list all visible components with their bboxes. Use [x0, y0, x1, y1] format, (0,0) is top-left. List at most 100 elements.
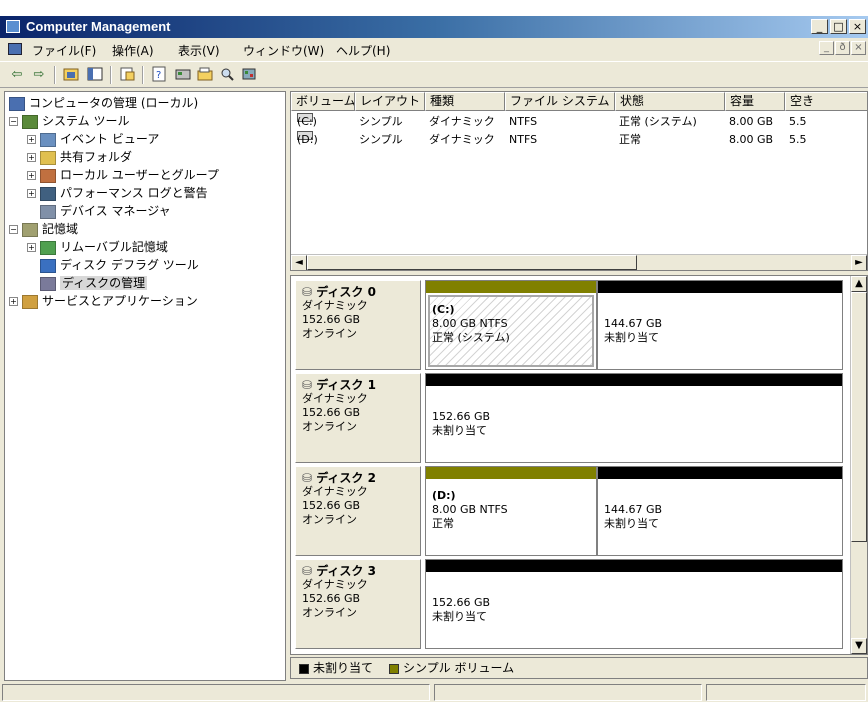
- disk-info[interactable]: ⛁ ディスク 2 ダイナミック 152.66 GB オンライン: [295, 466, 421, 556]
- up-folder-icon[interactable]: [62, 66, 80, 84]
- tree-item-removable-storage[interactable]: + リムーバブル記憶域: [27, 238, 168, 256]
- partition-title: (D:): [432, 489, 456, 502]
- column-header-volume[interactable]: ボリューム: [291, 92, 355, 111]
- performance-icon: [40, 186, 56, 201]
- console-document-icon[interactable]: [8, 43, 22, 55]
- menu-help[interactable]: ヘルプ(H): [336, 42, 390, 59]
- menu-view[interactable]: 表示(V): [178, 42, 220, 59]
- disk-info[interactable]: ⛁ ディスク 1 ダイナミック 152.66 GB オンライン: [295, 373, 421, 463]
- minimize-button[interactable]: _: [811, 19, 828, 34]
- vertical-scroll-thumb[interactable]: [851, 292, 867, 542]
- volume-free-space: 5.5: [789, 115, 807, 128]
- menu-window[interactable]: ウィンドウ(W): [243, 42, 324, 59]
- expand-icon[interactable]: +: [27, 243, 36, 252]
- settings-icon[interactable]: [240, 66, 258, 84]
- services-icon: [22, 294, 38, 309]
- scroll-up-button[interactable]: ▲: [851, 276, 867, 292]
- disk-row: ⛁ ディスク 1 ダイナミック 152.66 GB オンライン 152.66 GB 未割り…: [295, 373, 843, 466]
- partition-simple-volume[interactable]: (C:) 8.00 GB NTFS 正常 (システム): [425, 280, 597, 370]
- back-arrow-icon[interactable]: ⇦: [8, 66, 26, 84]
- column-header-free-space[interactable]: 空き: [785, 92, 867, 111]
- volume-row[interactable]: (D:) シンプル ダイナミック NTFS 正常 8.00 GB 5.5: [291, 131, 867, 148]
- column-header-capacity[interactable]: 容量: [725, 92, 785, 111]
- window-title: Computer Management: [26, 19, 171, 34]
- scroll-left-button[interactable]: ◄: [291, 255, 307, 270]
- column-header-status[interactable]: 状態: [615, 92, 725, 111]
- volume-capacity: 8.00 GB: [729, 115, 774, 128]
- show-hide-tree-icon[interactable]: [86, 66, 104, 84]
- legend-label-unallocated: 未割り当て: [313, 661, 374, 675]
- volume-layout: シンプル: [359, 133, 403, 146]
- legend-bar: 未割り当て シンプル ボリューム: [290, 657, 868, 679]
- partition-state: 正常: [432, 517, 454, 530]
- collapse-icon[interactable]: −: [9, 117, 18, 126]
- disk-icon: ⛁: [302, 564, 317, 578]
- tree-item-storage[interactable]: − 記憶域: [9, 220, 78, 238]
- tree-item-event-viewer[interactable]: + イベント ビューア: [27, 130, 159, 148]
- expand-icon[interactable]: +: [27, 189, 36, 198]
- tree-item-performance-logs[interactable]: + パフォーマンス ログと警告: [27, 184, 208, 202]
- expand-icon[interactable]: +: [27, 153, 36, 162]
- maximize-button[interactable]: □: [830, 19, 847, 34]
- partition-unallocated[interactable]: 144.67 GB 未割り当て: [597, 280, 843, 370]
- partition-unallocated[interactable]: 144.67 GB 未割り当て: [597, 466, 843, 556]
- horizontal-scrollbar[interactable]: ◄ ►: [291, 254, 867, 270]
- expand-icon[interactable]: +: [27, 135, 36, 144]
- mdi-restore-button[interactable]: ð: [835, 41, 850, 55]
- close-button[interactable]: ×: [849, 19, 866, 34]
- tree-item-device-manager[interactable]: デバイス マネージャ: [40, 202, 171, 220]
- partition-unallocated[interactable]: 152.66 GB 未割り当て: [425, 373, 843, 463]
- vertical-scrollbar[interactable]: ▲ ▼: [850, 276, 867, 654]
- volume-row[interactable]: (C:) シンプル ダイナミック NTFS 正常 (システム) 8.00 GB …: [291, 113, 867, 130]
- partition-title: (C:): [432, 303, 455, 316]
- partition-simple-volume[interactable]: (D:) 8.00 GB NTFS 正常: [425, 466, 597, 556]
- disk-info[interactable]: ⛁ ディスク 0 ダイナミック 152.66 GB オンライン: [295, 280, 421, 370]
- title-bar[interactable]: Computer Management _ □ ×: [0, 16, 868, 38]
- menu-action[interactable]: 操作(A): [112, 42, 154, 59]
- column-header-type[interactable]: 種類: [425, 92, 505, 111]
- partition-text: (D:) 8.00 GB NTFS 正常: [432, 489, 508, 531]
- users-icon: [40, 168, 56, 183]
- forward-arrow-icon[interactable]: ⇨: [30, 66, 48, 84]
- find-icon[interactable]: [218, 66, 236, 84]
- expand-icon[interactable]: +: [9, 297, 18, 306]
- tree-item-local-users-groups[interactable]: + ローカル ユーザーとグループ: [27, 166, 219, 184]
- column-header-layout[interactable]: レイアウト: [355, 92, 425, 111]
- menu-file[interactable]: ファイル(F): [32, 42, 96, 59]
- scroll-right-button[interactable]: ►: [851, 255, 867, 270]
- tree-item-disk-management[interactable]: ディスクの管理: [40, 274, 148, 292]
- disk-icon: ⛁: [302, 378, 317, 392]
- scroll-down-button[interactable]: ▼: [851, 638, 867, 654]
- partition-text: 152.66 GB 未割り当て: [432, 596, 490, 624]
- disk-properties-icon[interactable]: [174, 66, 192, 84]
- tree-item-shared-folders[interactable]: + 共有フォルダ: [27, 148, 132, 166]
- tree-item-disk-defragmenter[interactable]: ディスク デフラグ ツール: [40, 256, 199, 274]
- disk-size: 152.66 GB: [302, 406, 361, 419]
- legend-label-simple-volume: シンプル ボリューム: [403, 661, 515, 675]
- partition-color-bar: [598, 281, 842, 293]
- help-icon[interactable]: ?: [150, 66, 168, 84]
- properties-icon[interactable]: [118, 66, 136, 84]
- expand-icon[interactable]: +: [27, 171, 36, 180]
- tree-item-services-applications[interactable]: + サービスとアプリケーション: [9, 292, 198, 310]
- mdi-close-button[interactable]: ×: [851, 41, 866, 55]
- tree-item-system-tools[interactable]: − システム ツール: [9, 112, 129, 130]
- disk-name: ⛁ ディスク 2: [302, 471, 414, 485]
- partition-text: 144.67 GB 未割り当て: [604, 503, 662, 531]
- disk-type: ダイナミック: [302, 485, 368, 498]
- column-header-filesystem[interactable]: ファイル システム: [505, 92, 615, 111]
- mdi-minimize-button[interactable]: _: [819, 41, 834, 55]
- status-panel: [434, 684, 702, 701]
- disk-info[interactable]: ⛁ ディスク 3 ダイナミック 152.66 GB オンライン: [295, 559, 421, 649]
- collapse-icon[interactable]: −: [9, 225, 18, 234]
- horizontal-scroll-thumb[interactable]: [307, 255, 637, 270]
- disk-row: ⛁ ディスク 2 ダイナミック 152.66 GB オンライン (D:) 8.00 GB …: [295, 466, 843, 559]
- volume-name: (C:): [297, 115, 317, 128]
- partition-state: 未割り当て: [432, 610, 487, 623]
- partition-unallocated[interactable]: 152.66 GB 未割り当て: [425, 559, 843, 649]
- svg-text:?: ?: [156, 70, 161, 81]
- open-icon[interactable]: [196, 66, 214, 84]
- volume-list-header: ボリューム レイアウト 種類 ファイル システム 状態 容量 空き: [291, 92, 867, 111]
- tree-item-computer-management[interactable]: コンピュータの管理 (ローカル): [9, 94, 198, 112]
- event-viewer-icon: [40, 132, 56, 147]
